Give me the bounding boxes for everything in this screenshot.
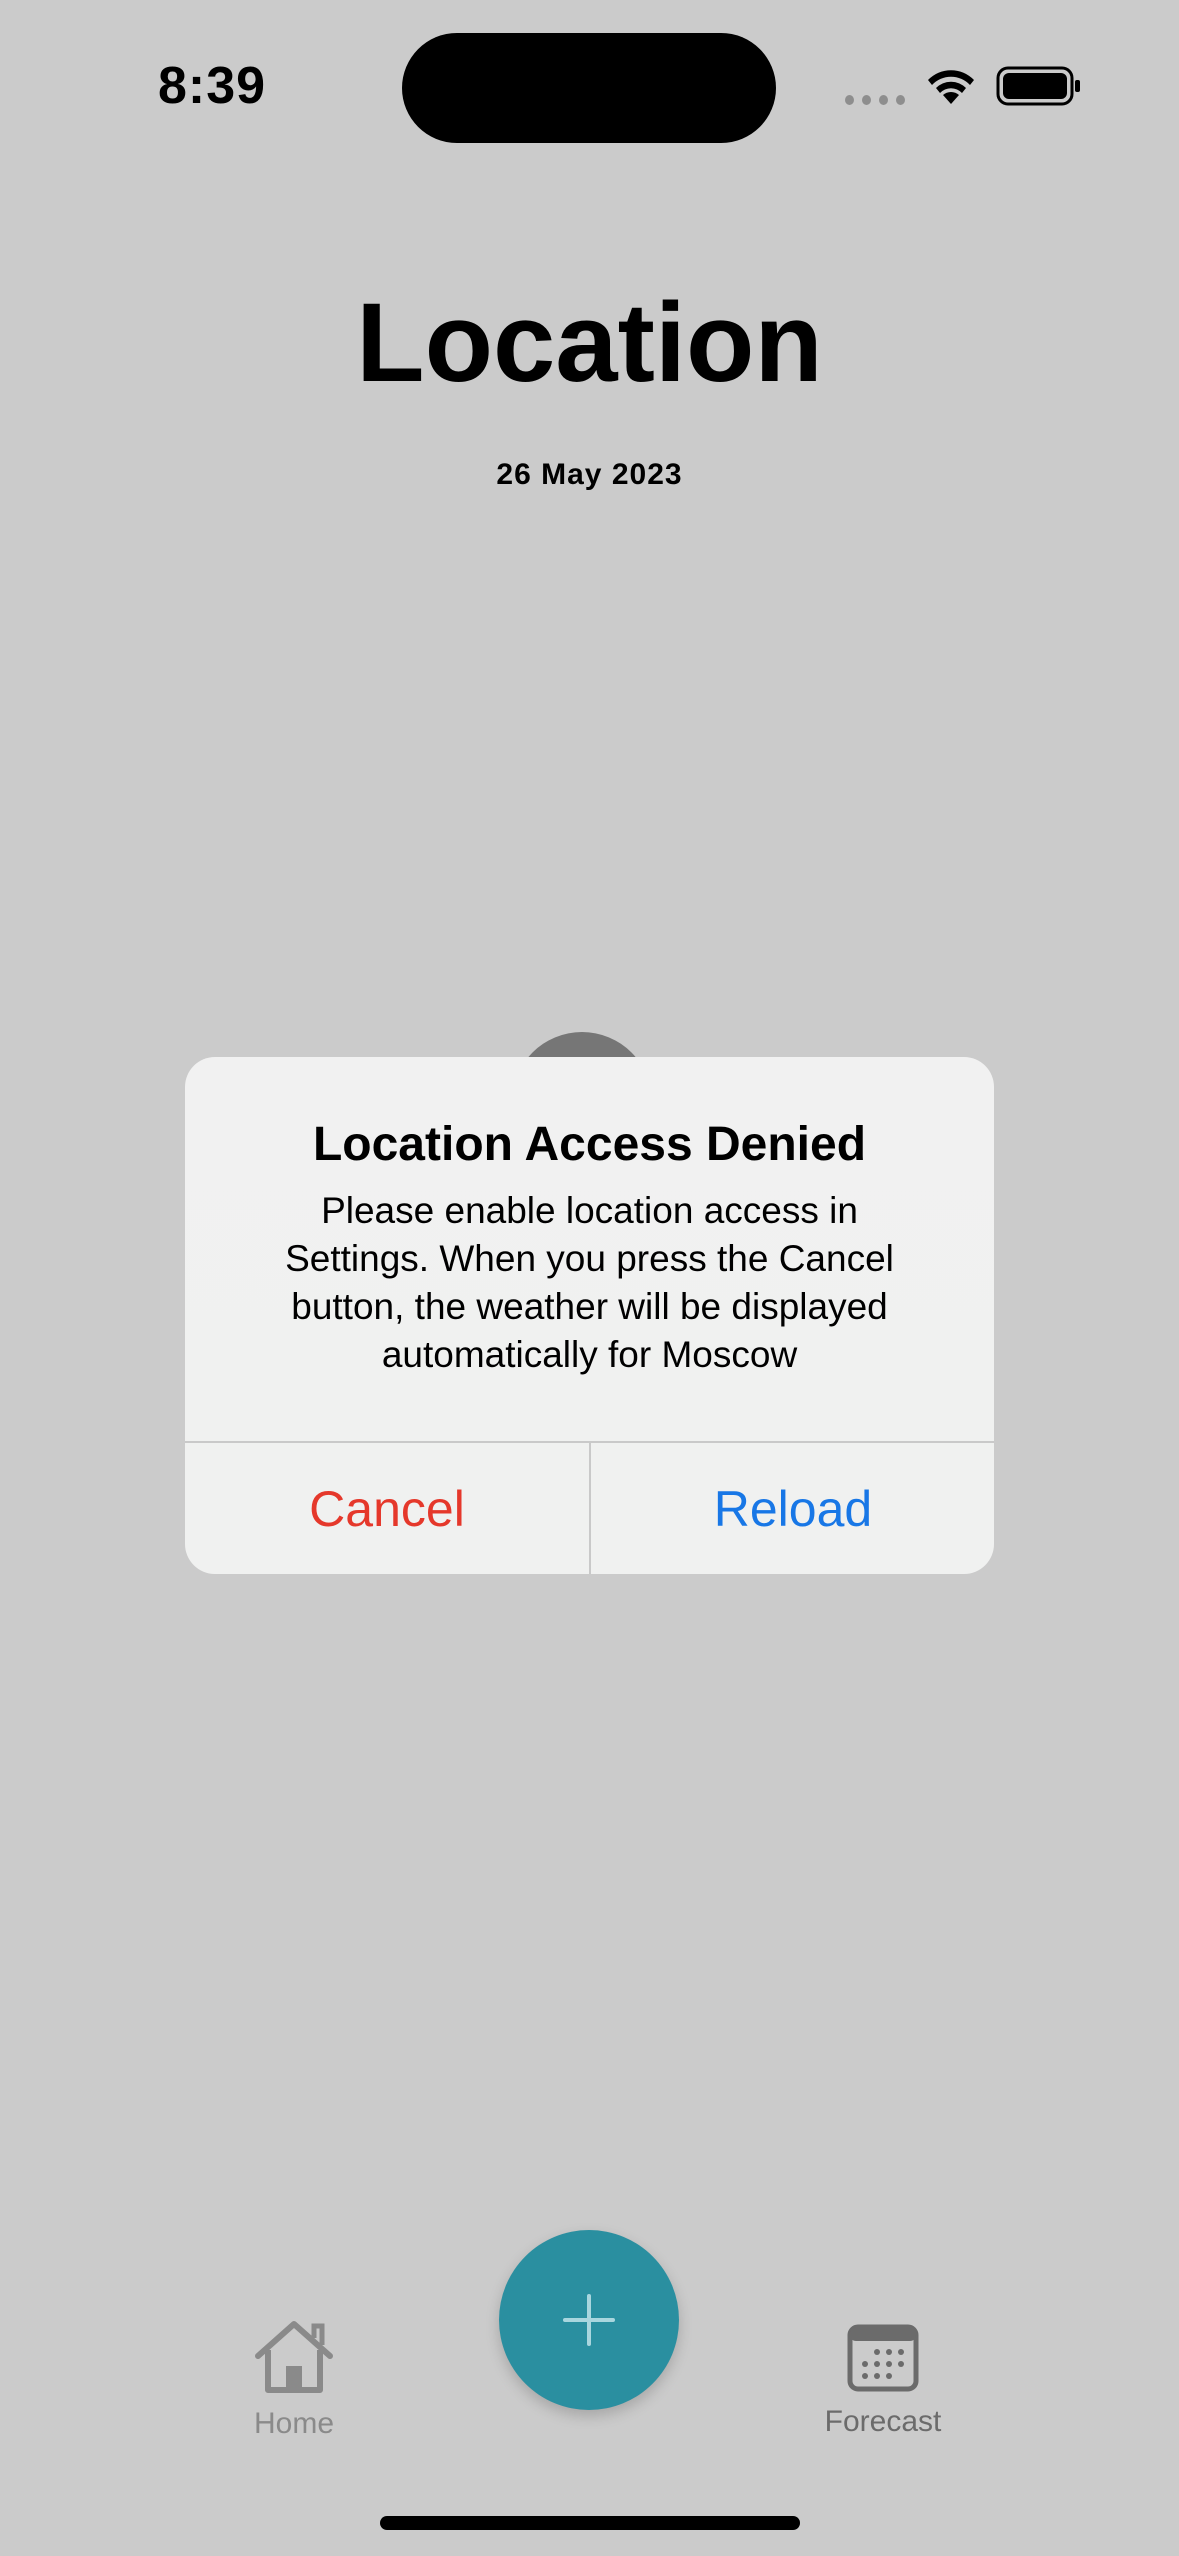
- add-button[interactable]: [499, 2230, 679, 2410]
- plus-icon: [563, 2294, 615, 2346]
- status-time: 8:39: [158, 57, 267, 115]
- home-indicator: [380, 2516, 800, 2530]
- dynamic-island: [402, 33, 776, 143]
- page-title: Location: [356, 280, 823, 405]
- wifi-icon: [928, 70, 974, 104]
- tab-home-label: Home: [253, 2407, 335, 2440]
- tab-forecast[interactable]: Forecast: [808, 2324, 958, 2439]
- location-alert-dialog: Location Access Denied Please enable loc…: [185, 1057, 994, 1574]
- alert-message: Please enable location access in Setting…: [285, 1190, 894, 1375]
- tab-home[interactable]: Home: [232, 2318, 356, 2441]
- home-icon: [255, 2321, 333, 2393]
- alert-title: Location Access Denied: [312, 1118, 867, 1171]
- page-date: 26 May 2023: [496, 458, 683, 491]
- tab-forecast-label: Forecast: [824, 2405, 942, 2438]
- cancel-button[interactable]: Cancel: [185, 1443, 589, 1574]
- reload-button[interactable]: Reload: [591, 1443, 994, 1574]
- signal-icon: [845, 95, 905, 105]
- battery-icon: [996, 66, 1080, 106]
- calendar-icon: [847, 2324, 919, 2392]
